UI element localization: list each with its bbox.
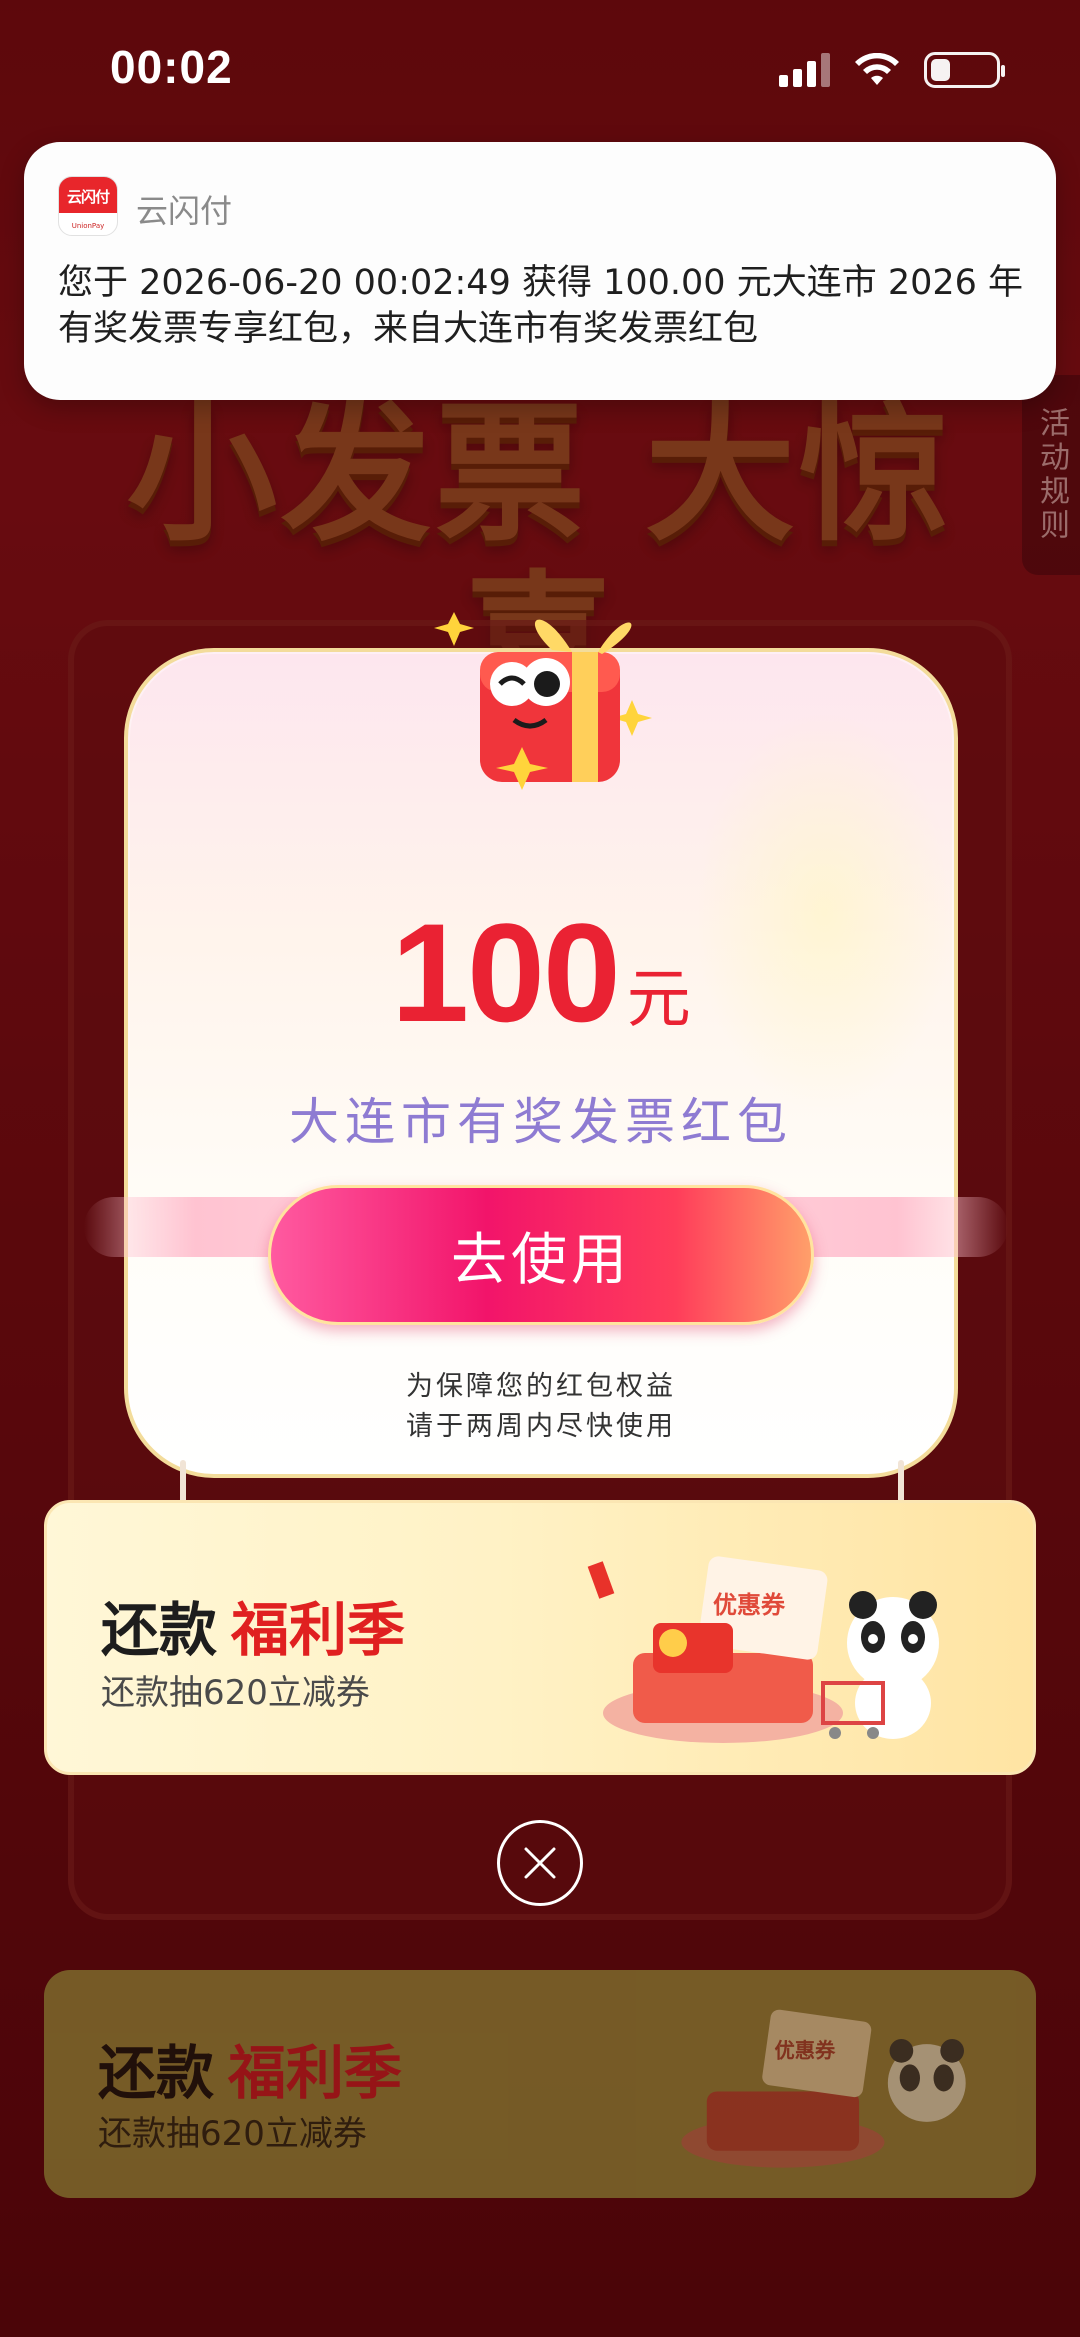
battery-icon: [924, 52, 1005, 88]
red-packet-popup: 100 元 大连市有奖发票红包 去使用 为保障您的红包权益 请于两周内尽快使用: [84, 612, 1008, 1478]
close-button[interactable]: [497, 1820, 583, 1906]
usage-note-line1: 为保障您的红包权益: [406, 1371, 676, 1402]
promo-subtitle: 还款抽620立减券: [101, 1673, 370, 1713]
unionpay-app-icon: 云闪付 UnionPay: [58, 176, 118, 236]
promo-title-accent: 福利季: [231, 1596, 406, 1664]
battery-level: [931, 59, 950, 81]
push-notification[interactable]: 云闪付 UnionPay 云闪付 您于 2026-06-20 00:02:49 …: [24, 142, 1056, 400]
wifi-icon: [855, 53, 899, 85]
repayment-promo-banner[interactable]: 还款 福利季 还款抽620立减券 优惠券: [44, 1500, 1036, 1775]
amount-unit: 元: [626, 963, 691, 1037]
signal-icon: [779, 53, 830, 87]
coupon-art-label: 优惠券: [713, 1591, 786, 1619]
usage-note-line2: 请于两周内尽快使用: [406, 1411, 676, 1442]
promo-title: 还款 福利季: [101, 1583, 405, 1667]
gift-box-icon: [434, 612, 652, 790]
app-icon-text: 云闪付: [66, 188, 110, 206]
background-promo-banner: 还款 福利季 还款抽620立减券 优惠券: [44, 1970, 1036, 2198]
bg-promo-title-accent: 福利季: [228, 2039, 403, 2107]
use-now-button[interactable]: 去使用: [268, 1185, 814, 1325]
bg-promo-subtitle: 还款抽620立减券: [98, 2114, 367, 2154]
bg-panda-coupon-illustration: 优惠券: [681, 2009, 966, 2168]
status-time: 00:02: [110, 41, 233, 93]
bg-promo-title-main: 还款: [98, 2039, 215, 2107]
amount-display: 100 元: [128, 892, 954, 1054]
status-bar: 00:02: [0, 0, 1080, 140]
bg-promo-title: 还款 福利季: [98, 2026, 402, 2110]
notification-app-name: 云闪付: [136, 192, 233, 230]
status-icons: [779, 52, 1005, 88]
amount-value: 100: [391, 894, 621, 1051]
panda-coupon-illustration: 优惠券: [587, 1556, 939, 1743]
bg-coupon-art-label: 优惠券: [774, 2039, 836, 2063]
red-packet-title: 大连市有奖发票红包: [289, 1093, 793, 1151]
promo-title-main: 还款: [101, 1596, 218, 1664]
app-icon-subtext: UnionPay: [71, 222, 105, 230]
close-icon: [524, 1847, 556, 1879]
usage-note: 为保障您的红包权益 请于两周内尽快使用: [128, 1367, 954, 1447]
notification-message: 您于 2026-06-20 00:02:49 获得 100.00 元大连市 20…: [58, 263, 1024, 349]
